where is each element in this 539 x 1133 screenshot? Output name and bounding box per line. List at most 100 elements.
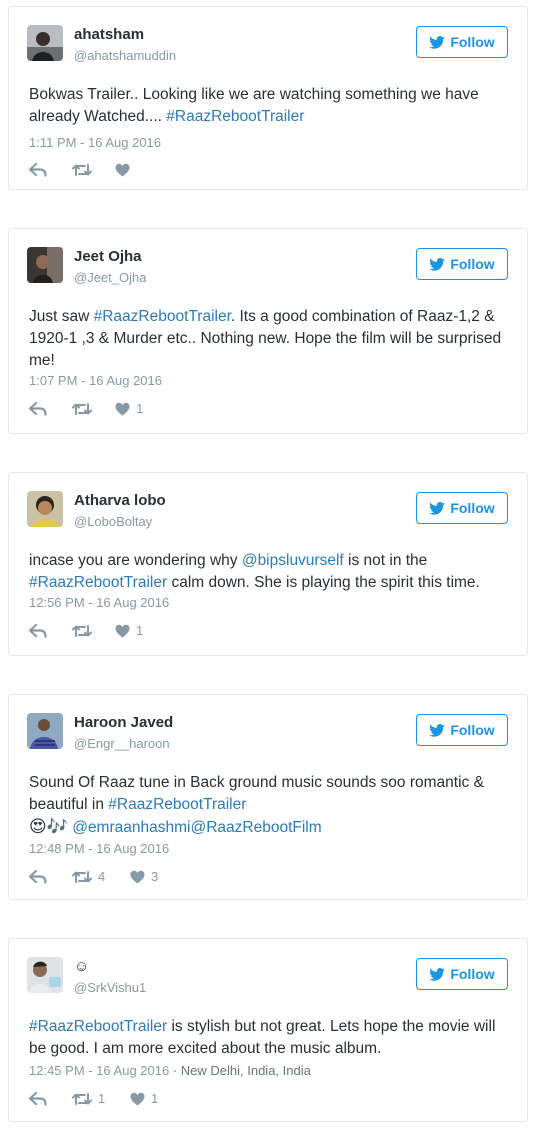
user-handle[interactable]: @SrkVishu1: [74, 980, 146, 995]
reply-button[interactable]: [29, 1091, 72, 1106]
heart-icon: [115, 402, 130, 415]
hashtag-link[interactable]: #RaazRebootTrailer: [29, 1018, 167, 1035]
follow-label: Follow: [450, 966, 495, 982]
heart-icon: [115, 624, 130, 637]
tweet-timestamp[interactable]: 1:07 PM - 16 Aug 2016: [29, 373, 162, 388]
mention-link[interactable]: @emraanhashmi: [72, 819, 190, 836]
like-count: 1: [136, 401, 144, 416]
user-name[interactable]: ahatsham: [74, 26, 144, 43]
like-count: 1: [151, 1091, 159, 1106]
tweet-card: ahatsham @ahatshamuddin Follow Bokwas Tr…: [8, 6, 528, 190]
tweet-actions: 4 3: [29, 869, 158, 884]
twitter-bird-icon: [429, 501, 446, 515]
tweet-text-part: Sound Of Raaz tune in Back ground music …: [29, 774, 484, 813]
mention-link[interactable]: @bipsluvurself: [242, 552, 344, 569]
follow-label: Follow: [450, 500, 495, 516]
user-handle[interactable]: @ahatshamuddin: [74, 48, 176, 63]
twitter-bird-icon: [429, 257, 446, 271]
heart-icon: [130, 870, 145, 883]
hashtag-link[interactable]: #RaazRebootTrailer: [166, 108, 304, 125]
retweet-button[interactable]: 4: [72, 869, 130, 884]
twitter-bird-icon: [429, 967, 446, 981]
tweet-card: Atharva lobo @LoboBoltay Follow incase y…: [8, 472, 528, 656]
avatar[interactable]: [27, 713, 63, 749]
tweet-timestamp[interactable]: 12:45 PM - 16 Aug 2016: [29, 1063, 169, 1078]
tweet-card: ☺ @SrkVishu1 Follow #RaazRebootTrailer i…: [8, 938, 528, 1122]
avatar[interactable]: [27, 247, 63, 283]
reply-icon: [29, 401, 47, 416]
tweet-actions: 1: [29, 401, 143, 416]
twitter-bird-icon: [429, 35, 446, 49]
avatar[interactable]: [27, 957, 63, 993]
user-handle[interactable]: @Jeet_Ojha: [74, 270, 146, 285]
follow-label: Follow: [450, 722, 495, 738]
tweet-timestamp[interactable]: 12:56 PM - 16 Aug 2016: [29, 595, 169, 610]
user-name[interactable]: Jeet Ojha: [74, 248, 142, 265]
twitter-bird-icon: [429, 723, 446, 737]
mention-link[interactable]: @RaazRebootFilm: [190, 819, 321, 836]
tweet-text-part: is not in the: [343, 552, 428, 569]
follow-button[interactable]: Follow: [416, 714, 508, 746]
like-button[interactable]: [115, 163, 136, 177]
like-button[interactable]: 1: [115, 623, 143, 638]
retweet-button[interactable]: [72, 624, 115, 638]
emoji-text: 😍🎶: [29, 817, 68, 836]
tweet-text-part: incase you are wondering why: [29, 552, 242, 569]
tweet-text: #RaazRebootTrailer is stylish but not gr…: [29, 1016, 507, 1060]
user-name[interactable]: Atharva lobo: [74, 492, 166, 509]
avatar[interactable]: [27, 491, 63, 527]
tweet-text: Just saw #RaazRebootTrailer. Its a good …: [29, 306, 507, 372]
retweet-icon: [72, 624, 92, 637]
retweet-button[interactable]: 1: [72, 1091, 130, 1106]
user-name[interactable]: ☺: [74, 958, 89, 975]
tweet-text: Bokwas Trailer.. Looking like we are wat…: [29, 84, 507, 128]
hashtag-link[interactable]: #RaazRebootTrailer: [108, 796, 246, 813]
follow-button[interactable]: Follow: [416, 248, 508, 280]
user-handle[interactable]: @Engr__haroon: [74, 736, 170, 751]
heart-icon: [130, 1092, 145, 1105]
like-count: 1: [136, 623, 144, 638]
tweet-timestamp[interactable]: 1:11 PM - 16 Aug 2016: [29, 135, 161, 150]
reply-icon: [29, 1091, 47, 1106]
tweet-actions: [29, 163, 136, 177]
retweet-icon: [72, 164, 92, 176]
tweet-timestamp[interactable]: 12:48 PM - 16 Aug 2016: [29, 841, 169, 856]
retweet-button[interactable]: [72, 163, 115, 177]
tweet-text-part: calm down. She is playing the spirit thi…: [167, 574, 480, 591]
user-handle[interactable]: @LoboBoltay: [74, 514, 152, 529]
tweet-text: incase you are wondering why @bipsluvurs…: [29, 550, 507, 594]
reply-icon: [29, 623, 47, 638]
reply-button[interactable]: [29, 869, 72, 884]
follow-label: Follow: [450, 256, 495, 272]
reply-icon: [29, 163, 47, 177]
tweet-text-part: Just saw: [29, 308, 94, 325]
retweet-icon: [72, 1092, 92, 1105]
like-button[interactable]: 3: [130, 869, 158, 884]
hashtag-link[interactable]: #RaazRebootTrailer: [29, 574, 167, 591]
retweet-count: 1: [98, 1091, 106, 1106]
tweet-text: Sound Of Raaz tune in Back ground music …: [29, 772, 507, 839]
retweet-icon: [72, 402, 92, 415]
hashtag-link[interactable]: #RaazRebootTrailer: [94, 308, 231, 325]
reply-button[interactable]: [29, 163, 72, 177]
retweet-icon: [72, 870, 92, 883]
follow-button[interactable]: Follow: [416, 958, 508, 990]
reply-button[interactable]: [29, 401, 72, 416]
tweet-actions: 1 1: [29, 1091, 158, 1106]
follow-button[interactable]: Follow: [416, 492, 508, 524]
heart-icon: [115, 163, 130, 177]
tweet-meta: 12:45 PM - 16 Aug 2016 · New Delhi, Indi…: [29, 1063, 311, 1078]
reply-icon: [29, 869, 47, 884]
tweet-card: Haroon Javed @Engr__haroon Follow Sound …: [8, 694, 528, 900]
avatar[interactable]: [27, 25, 63, 61]
reply-button[interactable]: [29, 623, 72, 638]
follow-label: Follow: [450, 34, 495, 50]
user-name[interactable]: Haroon Javed: [74, 714, 173, 731]
like-button[interactable]: 1: [130, 1091, 158, 1106]
follow-button[interactable]: Follow: [416, 26, 508, 58]
like-button[interactable]: 1: [115, 401, 143, 416]
retweet-count: 4: [98, 869, 106, 884]
retweet-button[interactable]: [72, 402, 115, 416]
like-count: 3: [151, 869, 159, 884]
tweet-location[interactable]: · New Delhi, India, India: [169, 1063, 311, 1078]
